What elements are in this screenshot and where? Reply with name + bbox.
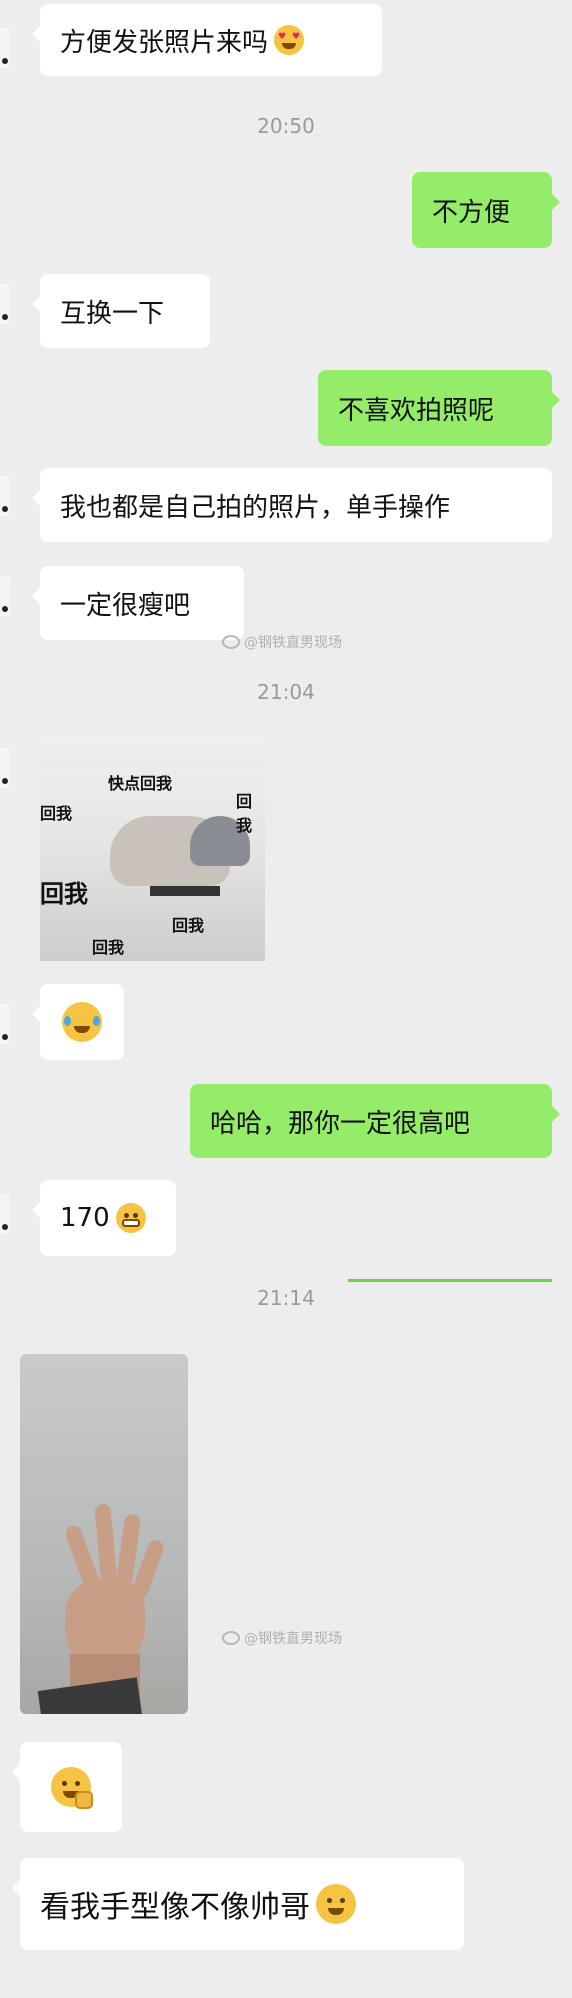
avatar[interactable] — [0, 1194, 10, 1234]
sticker-caption: 回我 — [92, 938, 125, 957]
watermark-text: @钢铁直男现场 — [244, 1631, 342, 1647]
message-text: 一定很瘦吧 — [60, 590, 191, 621]
sticker-caption: 回我 — [172, 916, 205, 935]
message-bubble[interactable]: 一定很瘦吧 — [32, 566, 244, 640]
watermark: @钢铁直男现场 — [222, 1628, 342, 1648]
sticker-phone — [150, 886, 220, 896]
sticker-caption: 回我 — [40, 880, 88, 908]
avatar[interactable] — [0, 28, 10, 68]
message-bubble[interactable]: 方便发张照片来吗 ♥ ♥ — [32, 4, 382, 76]
avatar[interactable] — [0, 476, 10, 516]
message-text: 哈哈，那你一定很高吧 — [210, 1108, 471, 1139]
watermark: @钢铁直男现场 — [222, 632, 342, 652]
shy-salute-emoji-icon — [51, 1767, 93, 1809]
timestamp: 21:14 — [257, 1286, 315, 1310]
avatar[interactable] — [0, 576, 10, 616]
avatar[interactable] — [0, 284, 10, 324]
message-text: 看我手型像不像帅哥 — [40, 1890, 310, 1925]
message-bubble[interactable]: 我也都是自己拍的照片，单手操作 — [32, 468, 552, 542]
sticker-image[interactable]: 快点回我 回我 回我 回我 回我 回我 — [40, 736, 265, 961]
chat-view: 方便发张照片来吗 ♥ ♥ 20:50 不方便 互换一下 不喜欢拍照呢 我也都是自己… — [0, 0, 572, 1998]
timestamp: 21:04 — [257, 680, 315, 704]
message-text: 互换一下 — [60, 298, 165, 329]
message-text: 170 — [60, 1203, 110, 1233]
message-bubble[interactable]: 哈哈，那你一定很高吧 — [190, 1084, 560, 1158]
message-bubble[interactable]: 不喜欢拍照呢 — [318, 370, 560, 446]
message-text: 方便发张照片来吗 — [60, 27, 269, 58]
avatar[interactable] — [0, 1004, 10, 1044]
message-bubble[interactable]: 不方便 — [412, 172, 560, 248]
watermark-text: @钢铁直男现场 — [244, 635, 342, 651]
message-bubble[interactable]: 看我手型像不像帅哥 — [12, 1858, 464, 1950]
photo-sleeve — [37, 1677, 143, 1714]
message-text: 不方便 — [432, 197, 511, 228]
grimacing-emoji-icon — [115, 1203, 146, 1233]
sticker-caption: 回我 — [40, 804, 73, 823]
divider-line — [348, 1279, 552, 1282]
smiling-emoji-icon — [316, 1884, 356, 1924]
sticker-caption: 快点回我 — [108, 774, 173, 793]
timestamp: 20:50 — [257, 114, 315, 138]
message-bubble[interactable] — [32, 984, 124, 1060]
message-bubble[interactable]: 互换一下 — [32, 274, 210, 348]
crying-emoji-icon — [62, 1002, 102, 1042]
sticker-caption: 回我 — [236, 792, 253, 835]
message-text: 不喜欢拍照呢 — [338, 395, 495, 426]
avatar[interactable] — [0, 748, 10, 788]
heart-eyes-emoji-icon: ♥ ♥ — [274, 25, 305, 55]
photo-message[interactable] — [20, 1354, 188, 1714]
weibo-icon — [222, 1631, 240, 1645]
message-bubble[interactable] — [12, 1742, 122, 1832]
message-bubble[interactable]: 170 — [32, 1180, 176, 1256]
weibo-icon — [222, 635, 240, 649]
message-text: 我也都是自己拍的照片，单手操作 — [60, 492, 451, 523]
